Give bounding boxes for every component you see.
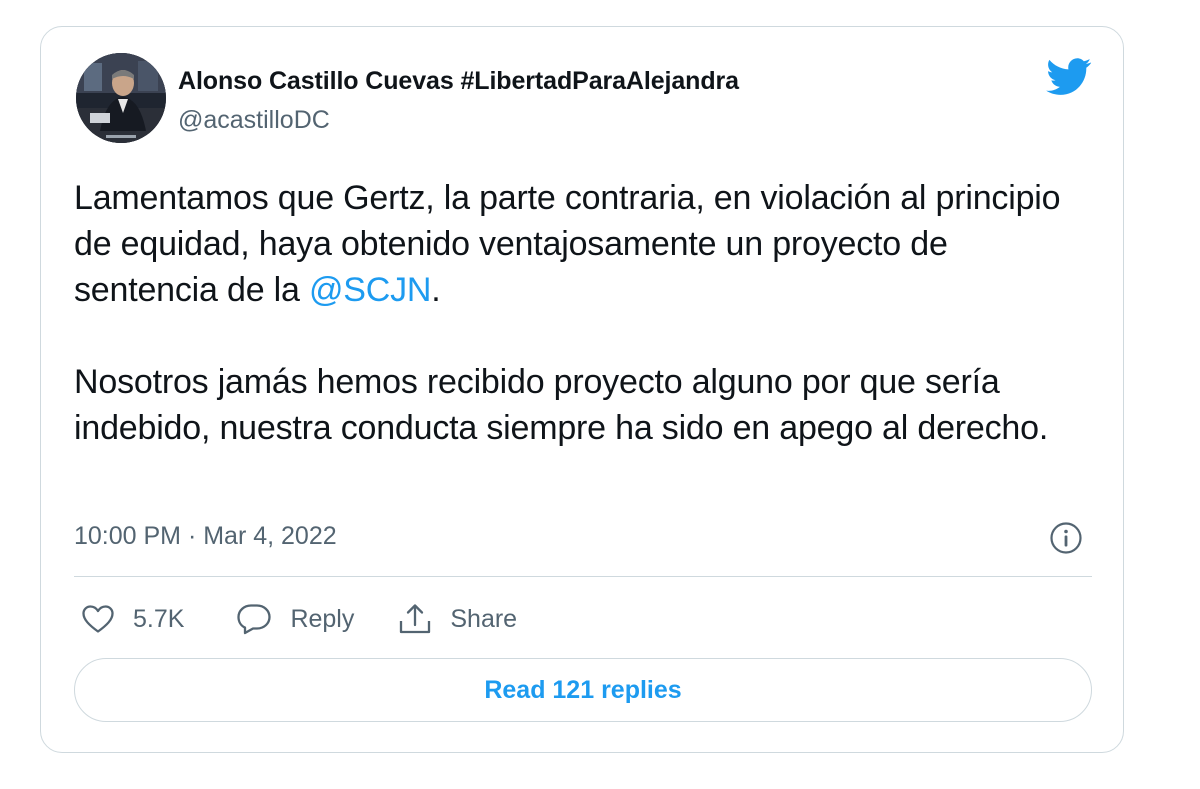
heart-icon	[82, 605, 114, 633]
reply-label: Reply	[290, 604, 355, 633]
reply-button[interactable]: Reply	[236, 603, 354, 635]
read-replies-button[interactable]: Read 121 replies	[74, 658, 1092, 722]
info-icon[interactable]	[1049, 521, 1083, 555]
tweet-text-segment: Lamentamos que Gertz, la parte contraria…	[74, 179, 1061, 309]
tweet-text: Lamentamos que Gertz, la parte contraria…	[74, 175, 1084, 451]
tweet-card: Alonso Castillo Cuevas #LibertadParaAlej…	[40, 26, 1124, 753]
avatar[interactable]	[76, 53, 166, 143]
share-icon	[400, 604, 431, 634]
avatar-photo	[76, 53, 166, 143]
tweet-paragraph-2: Nosotros jamás hemos recibido proyecto a…	[74, 363, 1049, 447]
mention-link[interactable]: @SCJN	[309, 271, 432, 309]
action-bar: 5.7K Reply Share	[74, 597, 517, 641]
like-button[interactable]: 5.7K	[81, 604, 184, 634]
like-count: 5.7K	[133, 604, 185, 633]
share-label: Share	[450, 604, 518, 633]
twitter-bird-icon[interactable]	[1046, 58, 1092, 96]
tweet-text-segment: .	[431, 271, 441, 309]
author-name[interactable]: Alonso Castillo Cuevas #LibertadParaAlej…	[178, 67, 739, 96]
tweet-paragraph-1: Lamentamos que Gertz, la parte contraria…	[74, 175, 1084, 313]
divider	[74, 576, 1092, 577]
author-handle[interactable]: @acastilloDC	[178, 106, 330, 135]
speech-bubble-icon	[237, 604, 272, 635]
tweet-timestamp[interactable]: 10:00 PM · Mar 4, 2022	[74, 522, 337, 551]
share-button[interactable]: Share	[398, 602, 517, 636]
